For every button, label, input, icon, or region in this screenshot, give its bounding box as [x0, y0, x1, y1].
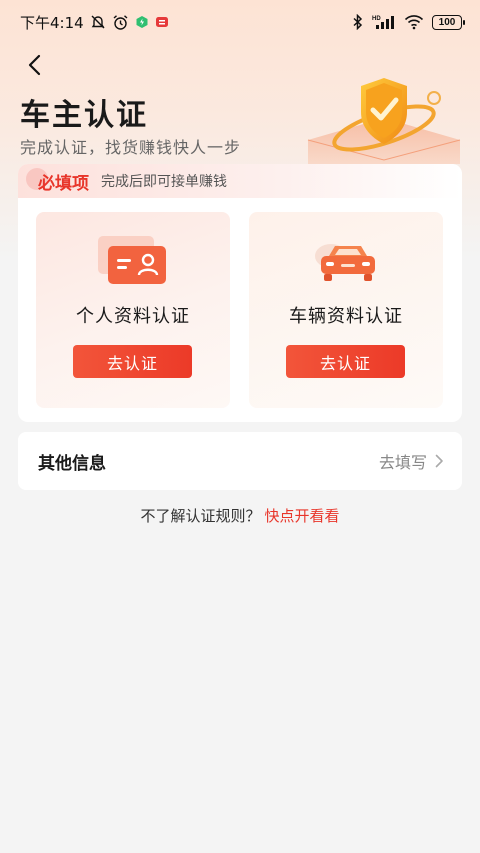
vehicle-info-auth-card[interactable]: 车辆资料认证 去认证 — [249, 212, 443, 408]
svg-text:HD: HD — [372, 16, 381, 22]
personal-info-auth-card[interactable]: 个人资料认证 去认证 — [36, 212, 230, 408]
other-info-row[interactable]: 其他信息 去填写 — [18, 432, 462, 490]
personal-info-verify-button[interactable]: 去认证 — [73, 345, 192, 378]
page-subtitle: 完成认证，找货赚钱快人一步 — [20, 138, 242, 157]
status-time: 下午4:14 — [20, 13, 84, 32]
app-notification-red-icon — [155, 15, 169, 29]
status-bar: 下午4:14 HD 100 — [0, 0, 480, 44]
id-card-icon — [98, 236, 166, 284]
car-icon — [315, 244, 375, 281]
app-notification-green-icon — [135, 15, 149, 29]
cellular-signal-icon: HD — [372, 14, 396, 30]
chevron-right-icon — [435, 454, 443, 468]
rules-line: 不了解认证规则？ 快点开看看 — [0, 505, 480, 526]
bluetooth-icon — [352, 14, 364, 30]
personal-info-auth-label: 个人资料认证 — [76, 306, 190, 327]
chevron-left-icon — [28, 54, 41, 76]
required-section-card: 必填项 完成后即可接单赚钱 个人资料认证 去认证 车辆资料认证 去认证 — [18, 164, 462, 422]
required-section-hint: 完成后即可接单赚钱 — [101, 174, 227, 190]
vehicle-info-auth-label: 车辆资料认证 — [289, 306, 403, 327]
alarm-icon — [112, 14, 129, 31]
rules-question: 不了解认证规则？ — [140, 507, 261, 525]
rules-link[interactable]: 快点开看看 — [265, 507, 340, 525]
wifi-icon — [404, 14, 424, 30]
other-info-title: 其他信息 — [38, 453, 106, 474]
page-title: 车主认证 — [20, 98, 148, 133]
required-section-header: 必填项 完成后即可接单赚钱 — [18, 164, 462, 198]
battery-indicator: 100 — [432, 14, 465, 30]
required-section-title: 必填项 — [38, 173, 89, 194]
other-info-action-label: 去填写 — [378, 453, 427, 472]
other-info-action[interactable]: 去填写 — [379, 449, 444, 473]
shield-check-illustration-icon — [307, 78, 461, 164]
back-button[interactable] — [20, 50, 50, 80]
mute-bell-icon — [90, 14, 106, 30]
vehicle-info-verify-button[interactable]: 去认证 — [286, 345, 405, 378]
